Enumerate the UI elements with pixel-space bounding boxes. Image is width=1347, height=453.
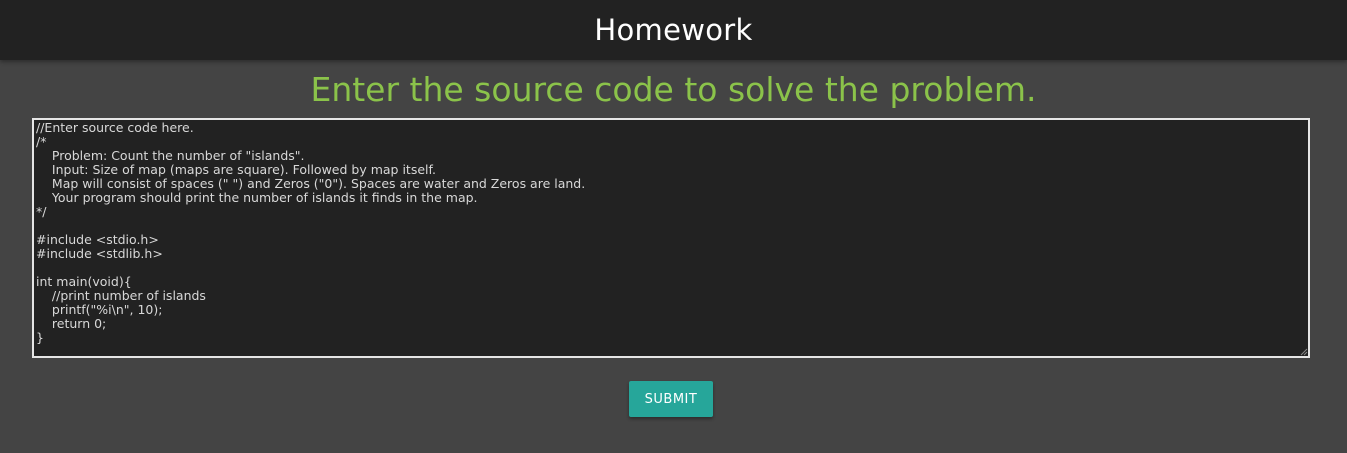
source-code-editor[interactable] <box>32 118 1310 358</box>
submit-button[interactable]: SUBMIT <box>629 381 713 417</box>
page-title: Homework <box>594 13 753 47</box>
app-header: Homework <box>0 0 1347 60</box>
instruction-heading: Enter the source code to solve the probl… <box>310 70 1037 109</box>
